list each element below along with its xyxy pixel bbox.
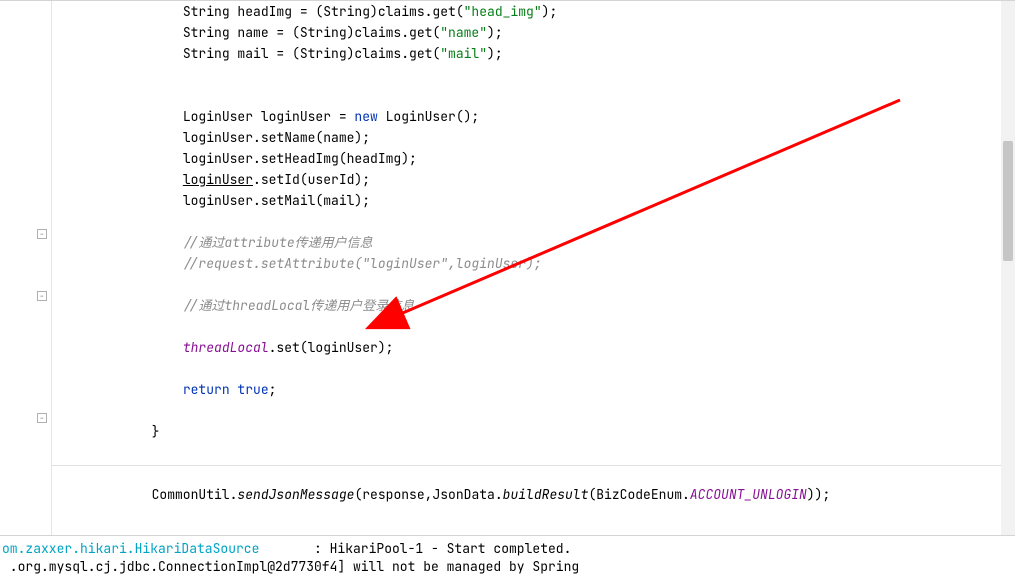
code-line[interactable]: LoginUser loginUser = new LoginUser(); bbox=[52, 106, 1015, 127]
indent bbox=[58, 108, 183, 125]
indent bbox=[58, 423, 152, 440]
code-text: .setId(userId); bbox=[253, 171, 370, 188]
console-panel[interactable]: om.zaxxer.hikari.HikariDataSource : Hika… bbox=[0, 535, 1015, 574]
code-text: ); bbox=[542, 3, 558, 20]
code-text: String mail = (String)claims.get( bbox=[183, 45, 440, 62]
indent bbox=[58, 45, 183, 62]
code-line[interactable] bbox=[52, 358, 1015, 379]
comment: //通过threadLocal传递用户登录信息 bbox=[183, 297, 414, 314]
code-text: ); bbox=[487, 45, 503, 62]
string-literal: "mail" bbox=[440, 45, 487, 62]
divider bbox=[52, 465, 1015, 466]
code-line[interactable] bbox=[52, 64, 1015, 85]
code-text: ); bbox=[487, 24, 503, 41]
indent bbox=[58, 339, 183, 356]
code-line[interactable]: //通过attribute传递用户信息 bbox=[52, 232, 1015, 253]
code-line[interactable] bbox=[52, 85, 1015, 106]
indent bbox=[58, 3, 183, 20]
code-text: } bbox=[152, 423, 160, 440]
console-text: : HikariPool-1 - Start completed. bbox=[259, 540, 571, 557]
indent bbox=[58, 171, 183, 188]
comment: //request.setAttribute("loginUser",login… bbox=[183, 255, 542, 272]
code-line[interactable]: loginUser.setHeadImg(headImg); bbox=[52, 148, 1015, 169]
comment: //通过attribute传递用户信息 bbox=[183, 234, 373, 251]
string-literal: "head_img" bbox=[464, 3, 542, 20]
logger-name: om.zaxxer.hikari.HikariDataSource bbox=[2, 540, 259, 557]
code-line[interactable] bbox=[52, 274, 1015, 295]
indent bbox=[58, 255, 183, 272]
fold-marker-icon[interactable]: − bbox=[37, 413, 47, 423]
code-line[interactable]: String name = (String)claims.get("name")… bbox=[52, 22, 1015, 43]
code-line[interactable]: loginUser.setMail(mail); bbox=[52, 190, 1015, 211]
code-line[interactable]: return true; bbox=[52, 379, 1015, 400]
indent bbox=[58, 24, 183, 41]
keyword: return bbox=[183, 381, 230, 398]
code-text: String name = (String)claims.get( bbox=[183, 24, 440, 41]
code-text: .set(loginUser); bbox=[269, 339, 394, 356]
code-line[interactable]: String headImg = (String)claims.get("hea… bbox=[52, 1, 1015, 22]
code-line[interactable] bbox=[52, 211, 1015, 232]
indent bbox=[58, 381, 183, 398]
editor-gutter[interactable]: − − − bbox=[0, 1, 52, 535]
code-text: loginUser.setName(name); bbox=[183, 129, 370, 146]
scrollbar-thumb[interactable] bbox=[1003, 141, 1013, 261]
code-text: String headImg = (String)claims.get( bbox=[183, 3, 464, 20]
indent bbox=[58, 150, 183, 167]
enum-constant: ACCOUNT_UNLOGIN bbox=[690, 486, 807, 503]
code-line[interactable] bbox=[52, 316, 1015, 337]
keyword: new bbox=[354, 108, 377, 125]
vertical-scrollbar[interactable] bbox=[1001, 1, 1015, 535]
code-line[interactable]: threadLocal.set(loginUser); bbox=[52, 337, 1015, 358]
indent bbox=[58, 486, 152, 503]
code-line[interactable] bbox=[52, 400, 1015, 421]
code-text: loginUser bbox=[183, 171, 253, 188]
code-text: ; bbox=[269, 381, 277, 398]
code-line[interactable]: //request.setAttribute("loginUser",login… bbox=[52, 253, 1015, 274]
code-line[interactable] bbox=[52, 442, 1015, 463]
code-line[interactable]: //通过threadLocal传递用户登录信息 bbox=[52, 295, 1015, 316]
indent bbox=[58, 297, 183, 314]
code-editor[interactable]: − − − String headImg = (String)claims.ge… bbox=[0, 0, 1015, 535]
code-text: (BizCodeEnum. bbox=[588, 486, 689, 503]
code-line[interactable]: loginUser.setName(name); bbox=[52, 127, 1015, 148]
code-line[interactable]: } bbox=[52, 421, 1015, 442]
indent bbox=[58, 234, 183, 251]
keyword: true bbox=[230, 381, 269, 398]
indent bbox=[58, 129, 183, 146]
code-text: CommonUtil. bbox=[152, 486, 238, 503]
fold-marker-icon[interactable]: − bbox=[37, 291, 47, 301]
code-line[interactable] bbox=[52, 463, 1015, 484]
indent bbox=[58, 192, 183, 209]
code-panel[interactable]: String headImg = (String)claims.get("hea… bbox=[52, 1, 1015, 535]
console-line: om.zaxxer.hikari.HikariDataSource : Hika… bbox=[2, 540, 1015, 558]
code-line[interactable]: loginUser.setId(userId); bbox=[52, 169, 1015, 190]
console-text: .org.mysql.cj.jdbc.ConnectionImpl@2d7730… bbox=[2, 558, 579, 574]
console-line: .org.mysql.cj.jdbc.ConnectionImpl@2d7730… bbox=[2, 558, 1015, 574]
field-ref: threadLocal bbox=[183, 339, 269, 356]
code-text: LoginUser loginUser = bbox=[183, 108, 355, 125]
code-line[interactable]: CommonUtil.sendJsonMessage(response,Json… bbox=[52, 484, 1015, 505]
code-text: (response,JsonData. bbox=[354, 486, 502, 503]
static-method: buildResult bbox=[503, 486, 589, 503]
code-line[interactable]: String mail = (String)claims.get("mail")… bbox=[52, 43, 1015, 64]
code-text: loginUser.setMail(mail); bbox=[183, 192, 370, 209]
fold-marker-icon[interactable]: − bbox=[37, 229, 47, 239]
static-method: sendJsonMessage bbox=[237, 486, 354, 503]
code-text: )); bbox=[807, 486, 830, 503]
code-text: loginUser.setHeadImg(headImg); bbox=[183, 150, 417, 167]
string-literal: "name" bbox=[440, 24, 487, 41]
code-text: LoginUser(); bbox=[378, 108, 479, 125]
